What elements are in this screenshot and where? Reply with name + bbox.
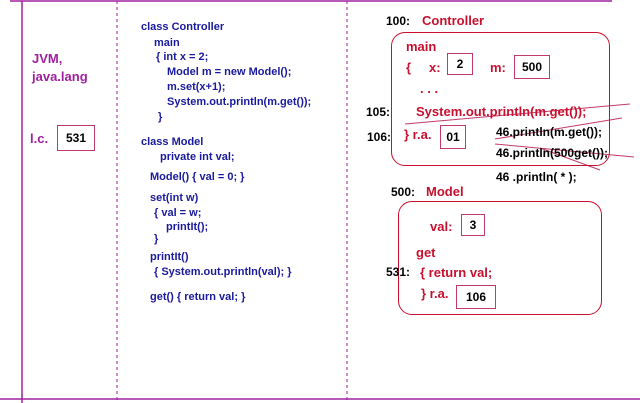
m-label: m: bbox=[490, 60, 506, 75]
return-val-code: { return val; bbox=[420, 265, 493, 280]
code-line: Model m = new Model(); bbox=[167, 66, 292, 78]
model-name: Model bbox=[426, 184, 464, 199]
code-line: printIt(); bbox=[166, 221, 209, 233]
get-label: get bbox=[416, 245, 436, 260]
code-line: } bbox=[154, 233, 159, 245]
code-line: { System.out.println(val); } bbox=[154, 266, 292, 278]
jvm-label: JVM, bbox=[32, 51, 63, 66]
m-value-box: 500 bbox=[514, 55, 550, 79]
code-line: main bbox=[154, 37, 180, 49]
line-105-address: 105: bbox=[366, 105, 391, 119]
x-value-box: 2 bbox=[447, 53, 473, 75]
return-address-label-2: } r.a. bbox=[421, 286, 449, 301]
val-label: val: bbox=[430, 219, 453, 234]
return-address-box: 01 bbox=[440, 125, 466, 149]
lc-value-box: 531 bbox=[57, 125, 95, 151]
println-step-3: 46 .println( * ); bbox=[496, 170, 577, 184]
lc-label: l.c. bbox=[30, 131, 49, 146]
code-line: class Controller bbox=[141, 21, 225, 33]
return-address-label: } r.a. bbox=[404, 127, 432, 142]
return-address-box-2: 106 bbox=[456, 285, 496, 309]
val-value-box: 3 bbox=[461, 214, 485, 236]
code-line: class Model bbox=[141, 136, 204, 148]
code-line: { val = w; bbox=[154, 207, 202, 219]
x-label: x: bbox=[429, 60, 441, 75]
java-lang-label: java.lang bbox=[32, 69, 88, 84]
controller-name: Controller bbox=[422, 13, 485, 28]
line-105-code: System.out.println(m.get()); bbox=[416, 104, 587, 119]
code-line: m.set(x+1); bbox=[167, 81, 226, 93]
code-line: } bbox=[158, 111, 163, 123]
code-line: System.out.println(m.get()); bbox=[167, 96, 312, 108]
controller-address: 100: bbox=[386, 14, 411, 28]
line-106-address: 106: bbox=[367, 130, 392, 144]
code-line: Model() { val = 0; } bbox=[150, 171, 245, 183]
ellipsis: . . . bbox=[420, 81, 439, 96]
code-line: { int x = 2; bbox=[156, 51, 209, 63]
code-line: get() { return val; } bbox=[150, 291, 246, 303]
println-step-2: 46.println(500get()); bbox=[496, 146, 609, 160]
code-line: printIt() bbox=[150, 251, 189, 263]
line-531-address: 531: bbox=[386, 265, 411, 279]
println-step-1: 46.println(m.get()); bbox=[496, 125, 602, 139]
code-line: private int val; bbox=[160, 151, 235, 163]
main-brace: { bbox=[406, 60, 412, 75]
code-line: set(int w) bbox=[150, 192, 199, 204]
main-label: main bbox=[406, 39, 437, 54]
model-address: 500: bbox=[391, 185, 416, 199]
